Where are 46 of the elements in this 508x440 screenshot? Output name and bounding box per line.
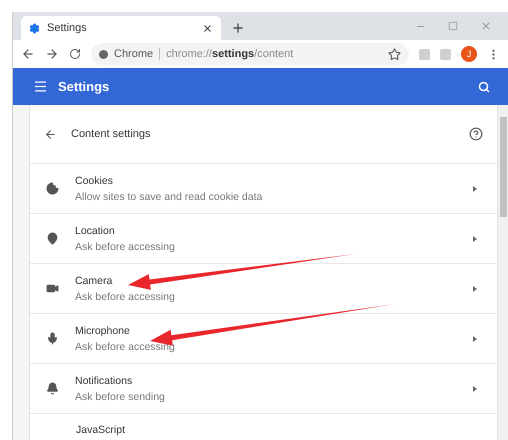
row-subtitle: Ask before accessing	[75, 290, 176, 302]
row-subtitle: Ask before accessing	[75, 340, 176, 352]
forward-icon[interactable]	[45, 47, 59, 61]
settings-row[interactable]: JavaScript	[30, 413, 497, 439]
settings-row[interactable]: Cookies Allow sites to save and read cookie data	[30, 163, 497, 213]
settings-icon	[29, 22, 40, 34]
bookmark-star-icon[interactable]	[388, 48, 401, 60]
row-subtitle: Ask before sending	[75, 390, 166, 402]
settings-row[interactable]: Notifications Ask before sending	[30, 363, 497, 413]
row-title: JavaScript	[76, 424, 126, 436]
row-subtitle: Allow sites to save and read cookie data	[75, 190, 264, 202]
row-icon	[46, 182, 59, 195]
back-icon[interactable]	[21, 47, 35, 61]
row-subtitle: Ask before accessing	[75, 240, 176, 252]
scrollbar[interactable]	[498, 105, 508, 440]
row-title: Camera	[75, 274, 114, 286]
close-tab-icon[interactable]	[202, 22, 213, 34]
site-label: Chrome	[114, 48, 160, 60]
address-bar[interactable]: Chrome chrome://settings/content	[91, 43, 409, 65]
profile-avatar[interactable]: J	[461, 46, 477, 62]
browser-tab[interactable]: Settings	[21, 16, 221, 40]
row-title: Cookies	[75, 174, 114, 186]
caret-icon	[473, 186, 477, 192]
caret-icon	[473, 386, 477, 392]
scroll-thumb[interactable]	[500, 117, 506, 217]
row-title: Notifications	[75, 374, 134, 386]
caret-icon	[473, 236, 477, 242]
tab-title: Settings	[47, 22, 88, 34]
new-tab-icon[interactable]	[231, 21, 245, 35]
back-arrow-icon[interactable]	[44, 128, 57, 140]
header-title: Settings	[58, 79, 110, 94]
row-icon	[46, 282, 59, 295]
reload-icon[interactable]	[69, 48, 81, 60]
search-icon[interactable]	[478, 80, 490, 92]
row-title: Microphone	[75, 324, 131, 336]
caret-icon	[473, 336, 477, 342]
row-icon	[46, 232, 59, 245]
help-icon[interactable]	[469, 127, 483, 141]
menu-icon[interactable]	[33, 79, 48, 94]
site-icon	[99, 50, 108, 58]
url-text: chrome://settings/content	[166, 48, 294, 60]
row-icon	[46, 382, 59, 395]
row-icon	[46, 332, 59, 345]
caret-icon	[473, 286, 477, 292]
row-title: Location	[75, 224, 116, 236]
page-title: Content settings	[71, 128, 152, 140]
